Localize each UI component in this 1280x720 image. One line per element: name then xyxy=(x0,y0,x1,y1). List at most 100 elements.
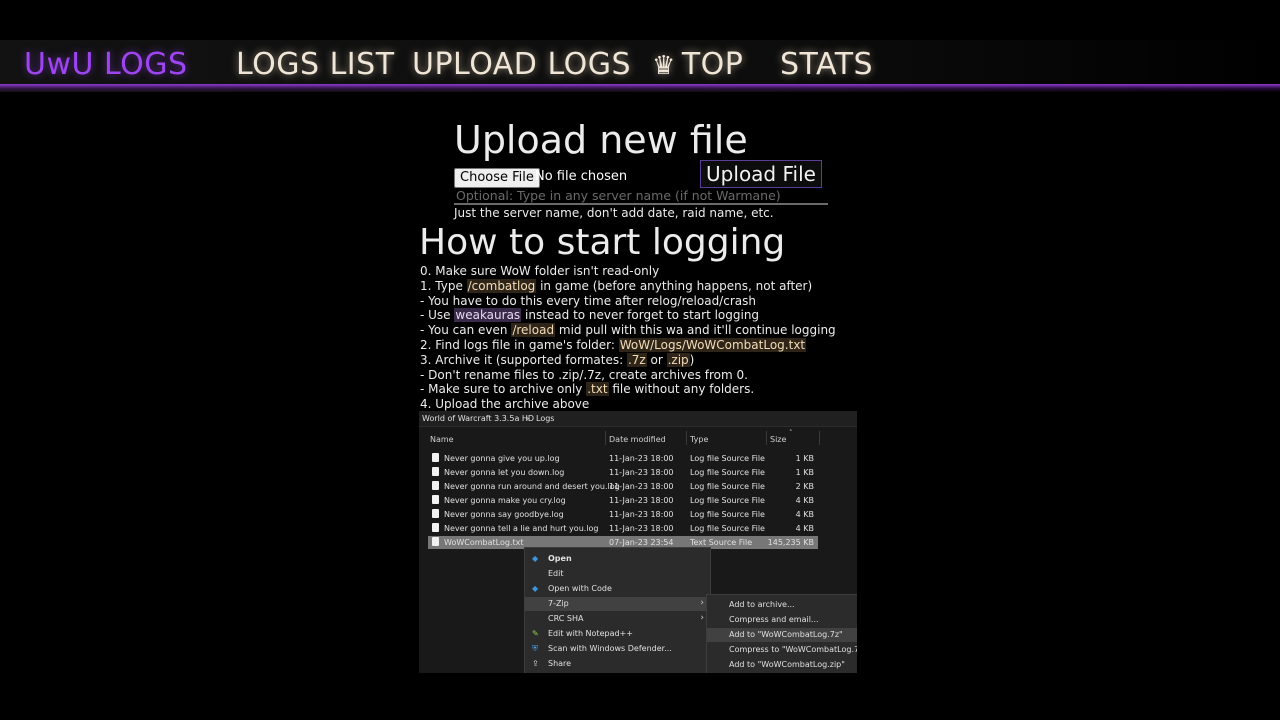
warning-archive: - Make sure to archive only .txt file wi… xyxy=(420,382,860,397)
chevron-right-icon: › xyxy=(700,613,704,623)
file-icon xyxy=(432,481,439,490)
file-row: Never gonna say goodbye.log 11-Jan-23 18… xyxy=(428,508,818,521)
sub-add-archive: Add to archive... xyxy=(707,598,857,612)
chevron-right-icon: › xyxy=(700,598,704,608)
file-row: Never gonna give you up.log 11-Jan-23 18… xyxy=(428,452,818,465)
file-row: Never gonna make you cry.log 11-Jan-23 1… xyxy=(428,494,818,507)
file-type: Text Source File xyxy=(690,538,753,547)
file-row: Never gonna tell a lie and hurt you.log … xyxy=(428,522,818,535)
step-3-end: ) xyxy=(689,352,695,367)
file-size: 2 KB xyxy=(795,482,814,491)
sub-label: Compress and email... xyxy=(729,615,819,624)
share-icon: ⇪ xyxy=(532,659,539,668)
ctx-crc-sha: CRC SHA › xyxy=(525,612,710,626)
explorer-screenshot: World of Warcraft 3.3.5a HD › Logs Name … xyxy=(419,411,857,673)
file-date: 07-Jan-23 23:54 xyxy=(609,538,674,547)
ctx-label: Edit xyxy=(548,569,564,578)
file-status-text: No file chosen xyxy=(535,169,628,184)
file-date: 11-Jan-23 18:00 xyxy=(609,454,674,463)
note-relog: - You have to do this every time after r… xyxy=(420,293,756,308)
ctx-open-with-code: ◆ Open with Code xyxy=(525,582,710,596)
file-icon xyxy=(432,523,439,532)
file-row: Never gonna let you down.log 11-Jan-23 1… xyxy=(428,466,818,479)
upload-title: Upload new file xyxy=(454,118,748,162)
file-type: Log file Source File xyxy=(690,510,765,519)
breadcrumb-folder: World of Warcraft 3.3.5a HD xyxy=(422,414,535,423)
file-type: Log file Source File xyxy=(690,454,765,463)
context-menu: ◆ Open Edit ◆ Open with Code 7-Zip › CRC SH… xyxy=(524,547,711,673)
breadcrumb: World of Warcraft 3.3.5a HD › Logs xyxy=(419,411,857,427)
step-2-text: 2. Find logs file in game's folder: xyxy=(420,337,619,352)
column-divider xyxy=(819,431,820,445)
file-row: Never gonna run around and desert you.lo… xyxy=(428,480,818,493)
file-name: Never gonna run around and desert you.lo… xyxy=(444,482,620,491)
ctx-open: ◆ Open xyxy=(525,552,710,566)
ctx-label: Scan with Windows Defender... xyxy=(548,644,672,653)
ctx-label: Open with Code xyxy=(548,584,612,593)
sub-label: Add to archive... xyxy=(729,600,795,609)
file-size: 4 KB xyxy=(795,496,814,505)
step-3-or: or xyxy=(646,352,667,367)
ctx-defender: ⛨ Scan with Windows Defender... xyxy=(525,642,710,656)
upload-file-button[interactable]: Upload File xyxy=(700,160,822,188)
navbar-glow-line xyxy=(0,84,1280,92)
nav-upload-logs[interactable]: UPLOAD LOGS xyxy=(412,47,631,82)
ctx-label: Edit with Notepad++ xyxy=(548,629,633,638)
file-name: Never gonna let you down.log xyxy=(444,468,565,477)
file-name: Never gonna make you cry.log xyxy=(444,496,566,505)
brand-logo-link[interactable]: UwU LOGS xyxy=(24,47,188,82)
column-divider xyxy=(686,431,687,445)
nav-top-label: TOP xyxy=(681,47,744,82)
file-icon xyxy=(432,467,439,476)
sub-label: Add to "WoWCombatLog.zip" xyxy=(729,660,845,669)
choose-file-button[interactable]: Choose File xyxy=(454,168,540,188)
file-size: 145,235 KB xyxy=(767,538,814,547)
file-name: Never gonna give you up.log xyxy=(444,454,560,463)
weakauras-link[interactable]: weakauras xyxy=(454,308,522,323)
file-size: 4 KB xyxy=(795,524,814,533)
ctx-label: Share xyxy=(548,659,572,668)
file-size: 1 KB xyxy=(795,468,814,477)
step-1-text: 1. Type xyxy=(420,278,467,293)
shield-icon: ⛨ xyxy=(532,644,538,653)
nav-stats[interactable]: STATS xyxy=(780,47,873,82)
file-date: 11-Jan-23 18:00 xyxy=(609,496,674,505)
nav-top[interactable]: ♛ TOP xyxy=(652,47,743,82)
nav-logs-list[interactable]: LOGS LIST xyxy=(236,47,395,82)
crown-icon: ♛ xyxy=(652,51,676,81)
file-type: Log file Source File xyxy=(690,482,765,491)
file-date: 11-Jan-23 18:00 xyxy=(609,468,674,477)
note-reload-text-end: mid pull with this wa and it'll continue… xyxy=(555,323,836,338)
ctx-label: 7-Zip xyxy=(548,599,569,608)
note-wa-text-end: instead to never forget to start logging xyxy=(521,308,760,323)
sub-label: Compress to "WoWCombatLog.7z" xyxy=(729,645,857,654)
server-name-input[interactable] xyxy=(454,187,828,205)
note-weakauras: - Use weakauras instead to never forget … xyxy=(420,308,860,323)
ctx-7zip: 7-Zip › xyxy=(525,597,710,611)
file-date: 11-Jan-23 18:00 xyxy=(609,510,674,519)
format-7z: .7z xyxy=(626,352,647,367)
logs-path: WoW/Logs/WoWCombatLog.txt xyxy=(618,337,807,352)
file-icon xyxy=(432,453,439,462)
note-reload-text: - You can even xyxy=(420,323,512,338)
ctx-notepadpp: ✎ Edit with Notepad++ xyxy=(525,627,710,641)
file-type: Log file Source File xyxy=(690,496,765,505)
file-type: Log file Source File xyxy=(690,468,765,477)
howto-title: How to start logging xyxy=(419,222,786,263)
warning-rename: - Don't rename files to .zip/.7z, create… xyxy=(420,367,748,382)
combatlog-command: /combatlog xyxy=(466,278,537,293)
file-icon xyxy=(432,495,439,504)
step-1-text-end: in game (before anything happens, not af… xyxy=(536,278,813,293)
sort-up-icon: ˄ xyxy=(789,429,793,437)
ctx-label: CRC SHA xyxy=(548,614,584,623)
file-name: Never gonna say goodbye.log xyxy=(444,510,564,519)
col-date: Date modified xyxy=(609,435,666,444)
howto-steps: 0. Make sure WoW folder isn't read-only … xyxy=(420,264,860,412)
step-1: 1. Type /combatlog in game (before anyth… xyxy=(420,278,860,294)
sub-compress-7z: Compress to "WoWCombatLog.7z" xyxy=(707,643,857,657)
reload-command: /reload xyxy=(511,323,556,338)
step-0: 0. Make sure WoW folder isn't read-only xyxy=(420,264,660,278)
file-date: 11-Jan-23 18:00 xyxy=(609,482,674,491)
column-divider xyxy=(766,431,767,445)
note-reload: - You can even /reload mid pull with thi… xyxy=(420,323,860,338)
